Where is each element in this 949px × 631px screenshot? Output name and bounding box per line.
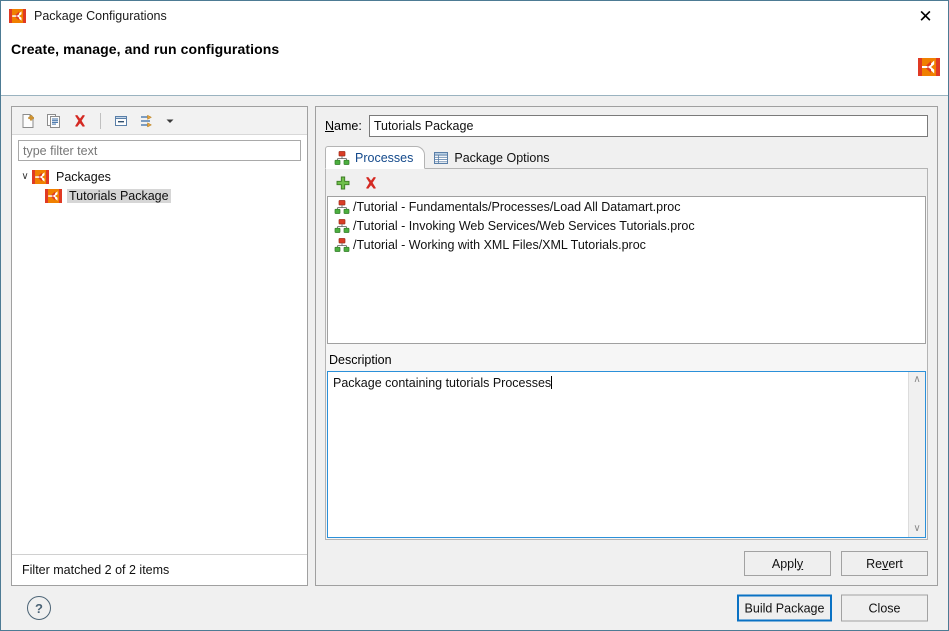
scroll-up-icon[interactable]: ∧ — [913, 375, 920, 385]
package-icon — [32, 169, 49, 185]
close-icon[interactable]: ✕ — [903, 1, 948, 31]
tab-processes[interactable]: Processes — [325, 146, 426, 169]
description-value: Package containing tutorials Processes — [333, 376, 552, 390]
build-package-button[interactable]: Build Package — [737, 594, 832, 622]
tree-item-label: Tutorials Package — [67, 188, 171, 203]
name-input[interactable] — [368, 115, 928, 137]
scroll-down-icon[interactable]: ∨ — [913, 524, 920, 534]
process-path: /Tutorial - Working with XML Files/XML T… — [353, 237, 646, 252]
processes-tab-panel: /Tutorial - Fundamentals/Processes/Load … — [325, 168, 928, 540]
tab-bar: Processes Package Options — [325, 145, 928, 169]
description-text[interactable]: Package containing tutorials Processes — [328, 372, 908, 537]
close-button[interactable]: Close — [841, 594, 928, 622]
filter-container — [12, 135, 307, 161]
toolbar-separator — [100, 112, 101, 129]
process-path: /Tutorial - Invoking Web Services/Web Se… — [353, 218, 695, 233]
configurations-pane: ∨ Packages — [11, 106, 308, 586]
process-tree-icon — [334, 150, 350, 166]
configurations-toolbar — [12, 107, 307, 135]
list-item[interactable]: /Tutorial - Fundamentals/Processes/Load … — [328, 197, 925, 216]
tree-item-packages[interactable]: ∨ Packages — [12, 167, 307, 186]
tree-item-tutorials-package[interactable]: Tutorials Package — [12, 186, 307, 205]
process-tree-icon — [334, 199, 350, 215]
text-caret — [551, 376, 553, 389]
help-icon[interactable]: ? — [27, 596, 51, 620]
processes-toolbar — [326, 169, 927, 196]
dialog-body: ∨ Packages — [1, 96, 948, 630]
list-item[interactable]: /Tutorial - Invoking Web Services/Web Se… — [328, 216, 925, 235]
tab-package-options[interactable]: Package Options — [425, 146, 560, 169]
list-item[interactable]: /Tutorial - Working with XML Files/XML T… — [328, 235, 925, 254]
dialog-banner: Create, manage, and run configurations — [1, 31, 948, 96]
webmethods-logo-icon — [9, 8, 26, 24]
tab-label: Processes — [355, 150, 414, 165]
tab-label: Package Options — [454, 150, 550, 165]
tab-bar-filler — [561, 146, 928, 169]
configuration-editor-pane: Name: Processes — [315, 106, 938, 586]
filter-configurations-icon[interactable] — [136, 110, 158, 131]
new-configuration-icon[interactable] — [17, 110, 39, 131]
page-title: Create, manage, and run configurations — [11, 41, 280, 57]
footer-buttons: Build Package Close — [737, 594, 928, 622]
processes-list[interactable]: /Tutorial - Fundamentals/Processes/Load … — [327, 196, 926, 344]
package-configurations-dialog: Package Configurations ✕ Create, manage,… — [0, 0, 949, 631]
chevron-down-icon[interactable] — [162, 110, 178, 131]
collapse-all-icon[interactable] — [110, 110, 132, 131]
name-row: Name: — [325, 115, 928, 137]
chevron-down-icon[interactable]: ∨ — [18, 170, 32, 184]
tree-item-label: Packages — [56, 169, 111, 184]
description-label: Description — [329, 353, 392, 367]
add-process-icon[interactable] — [334, 174, 352, 192]
process-tree-icon — [334, 237, 350, 253]
filter-input[interactable] — [18, 140, 301, 161]
apply-button[interactable]: Appl y — [744, 551, 831, 576]
process-path: /Tutorial - Fundamentals/Processes/Load … — [353, 199, 681, 214]
revert-button[interactable]: Re v ert — [841, 551, 928, 576]
package-icon — [45, 188, 62, 204]
name-label: Name: — [325, 119, 362, 133]
description-scrollbar[interactable]: ∧ ∨ — [908, 372, 925, 537]
remove-process-icon[interactable] — [362, 174, 380, 192]
banner-logo-icon — [918, 56, 940, 78]
description-field[interactable]: Package containing tutorials Processes ∧… — [327, 371, 926, 538]
window-title: Package Configurations — [34, 9, 167, 23]
process-tree-icon — [334, 218, 350, 234]
dialog-footer: ? Build Package Close — [11, 586, 938, 630]
filter-status: Filter matched 2 of 2 items — [12, 554, 307, 585]
panes: ∨ Packages — [11, 106, 938, 586]
options-table-icon — [433, 150, 449, 166]
editor-actions: Appl y Re v ert — [325, 540, 928, 576]
duplicate-configuration-icon[interactable] — [43, 110, 65, 131]
title-bar: Package Configurations ✕ — [1, 1, 948, 31]
configurations-tree: ∨ Packages Tutorials Package — [12, 161, 307, 554]
delete-configuration-icon[interactable] — [69, 110, 91, 131]
